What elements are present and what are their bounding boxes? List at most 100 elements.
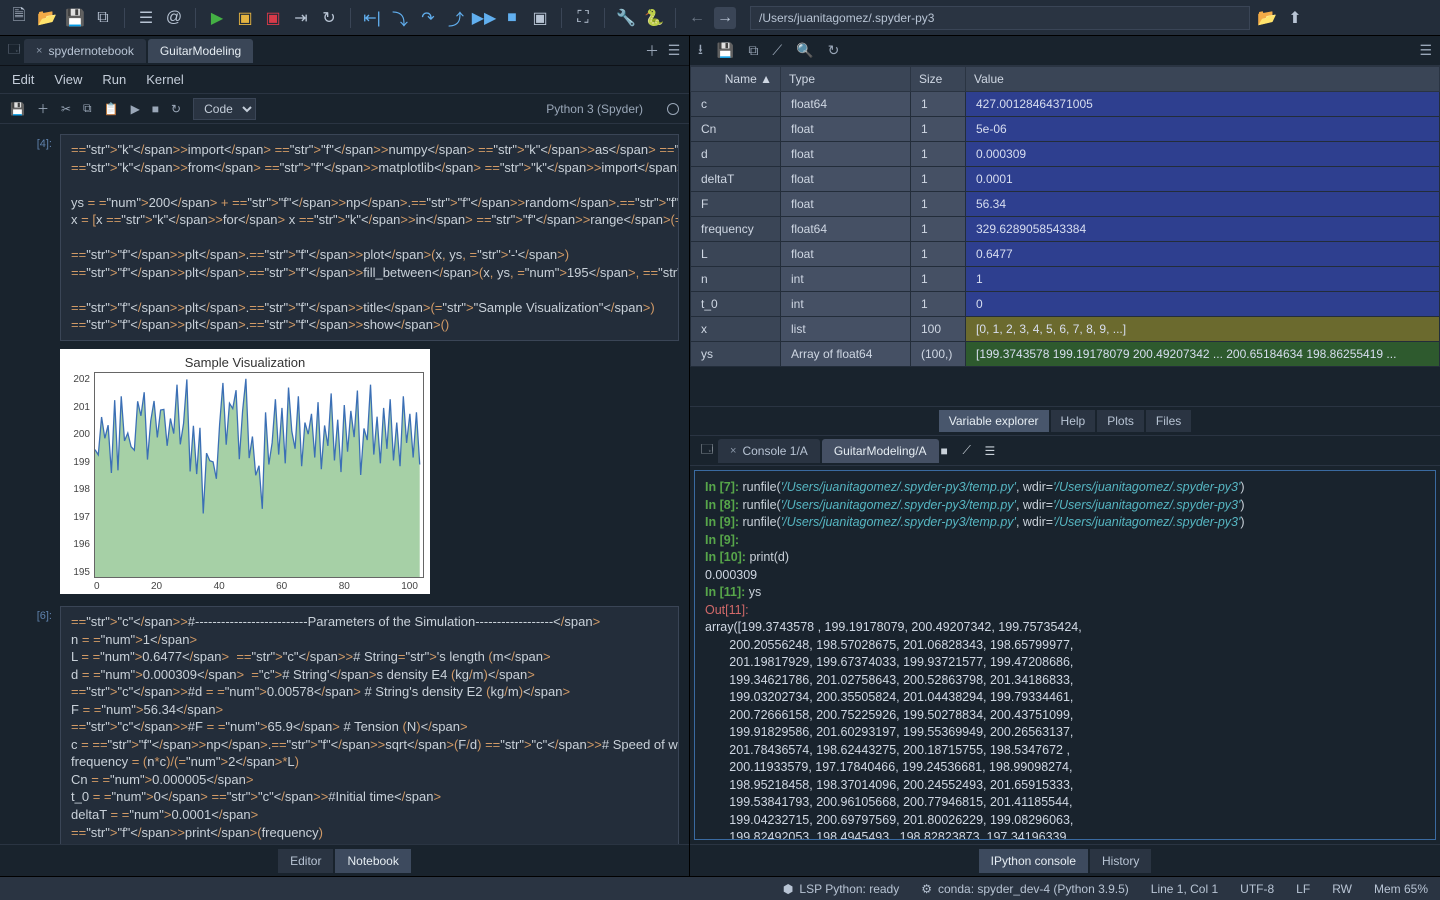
notebook-menubar: Edit View Run Kernel bbox=[0, 66, 689, 94]
nb-copy-icon[interactable]: ⧉ bbox=[83, 101, 92, 116]
col-name[interactable]: Name ▲ bbox=[691, 67, 781, 92]
tab-menu-icon[interactable]: ☰ bbox=[663, 42, 685, 59]
debug-over-icon[interactable]: ↷ bbox=[417, 7, 439, 29]
tab-spydernotebook[interactable]: × spydernotebook bbox=[24, 39, 146, 63]
preferences-icon[interactable]: 🔧 bbox=[615, 7, 637, 29]
tab-plots[interactable]: Plots bbox=[1097, 410, 1144, 432]
tab-label: spydernotebook bbox=[48, 44, 133, 58]
nb-cut-icon[interactable]: ✂ bbox=[61, 102, 71, 116]
menu-view[interactable]: View bbox=[54, 72, 82, 87]
run-icon[interactable]: ▶ bbox=[206, 7, 228, 29]
console-output[interactable]: In [7]: runfile('/Users/juanitagomez/.sp… bbox=[694, 470, 1436, 840]
table-row[interactable]: nint11 bbox=[691, 267, 1440, 292]
browse-tabs-icon[interactable]: 🗔 bbox=[696, 440, 718, 461]
debug-step-icon[interactable]: ⇤| bbox=[361, 7, 383, 29]
forward-icon[interactable]: → bbox=[714, 7, 736, 29]
save-all-icon[interactable]: ⧉ bbox=[92, 7, 114, 29]
code-input[interactable]: =="str">"k"</span>>import</span> =="str"… bbox=[60, 134, 679, 341]
table-row[interactable]: Ffloat156.34 bbox=[691, 192, 1440, 217]
col-value[interactable]: Value bbox=[966, 67, 1440, 92]
tab-editor[interactable]: Editor bbox=[278, 849, 333, 873]
parent-dir-icon[interactable]: ⬆ bbox=[1284, 7, 1306, 29]
search-icon[interactable]: 🔍 bbox=[796, 42, 813, 59]
save-icon[interactable]: 💾 bbox=[64, 7, 86, 29]
maximize-icon[interactable]: ⛶ bbox=[572, 7, 594, 29]
tab-variable-explorer[interactable]: Variable explorer bbox=[939, 410, 1049, 432]
options-icon[interactable]: ☰ bbox=[1419, 42, 1432, 59]
tab-ipython-console[interactable]: IPython console bbox=[979, 849, 1088, 873]
nb-save-icon[interactable]: 💾 bbox=[10, 102, 25, 116]
table-row[interactable]: ysArray of float64(100,)[199.3743578 199… bbox=[691, 342, 1440, 367]
run-selection-icon[interactable]: ⇥ bbox=[290, 7, 312, 29]
add-tab-icon[interactable]: ＋ bbox=[641, 41, 663, 61]
run-cell-icon[interactable]: ▣ bbox=[234, 7, 256, 29]
console-bottom-tabs: IPython console History bbox=[690, 844, 1440, 876]
python-path-icon[interactable]: 🐍 bbox=[643, 7, 665, 29]
status-conda[interactable]: ⚙ conda: spyder_dev-4 (Python 3.9.5) bbox=[921, 882, 1129, 896]
outline-icon[interactable]: ☰ bbox=[135, 7, 157, 29]
nb-add-cell-icon[interactable]: ＋ bbox=[37, 100, 49, 117]
stop-kernel-icon[interactable]: ■ bbox=[941, 444, 963, 458]
nb-paste-icon[interactable]: 📋 bbox=[104, 102, 119, 116]
col-type[interactable]: Type bbox=[781, 67, 911, 92]
back-icon[interactable]: ← bbox=[686, 7, 708, 29]
table-row[interactable]: cfloat641427.00128464371005 bbox=[691, 92, 1440, 117]
menu-kernel[interactable]: Kernel bbox=[146, 72, 184, 87]
tab-guitarmodeling-a[interactable]: GuitarModeling/A bbox=[822, 439, 939, 463]
close-icon[interactable]: × bbox=[36, 45, 42, 57]
plot-y-axis: 202201200199198197196195 bbox=[66, 372, 94, 592]
at-icon[interactable]: @ bbox=[163, 7, 185, 29]
cell-prompt: [4]: bbox=[0, 134, 60, 341]
save-as-icon[interactable]: ⧉ bbox=[748, 42, 758, 59]
status-eol[interactable]: LF bbox=[1296, 882, 1310, 896]
clear-console-icon[interactable]: ⟋ bbox=[963, 443, 985, 458]
nb-restart-icon[interactable]: ↻ bbox=[171, 102, 181, 116]
run-cell-advance-icon[interactable]: ▣ bbox=[262, 7, 284, 29]
table-row[interactable]: t_0int10 bbox=[691, 292, 1440, 317]
open-file-icon[interactable]: 📂 bbox=[36, 7, 58, 29]
tab-notebook[interactable]: Notebook bbox=[335, 849, 410, 873]
rerun-icon[interactable]: ↻ bbox=[318, 7, 340, 29]
lock-icon[interactable]: 🗔 bbox=[4, 40, 24, 61]
nb-run-icon[interactable]: ▶ bbox=[131, 102, 140, 116]
debug-file-icon[interactable]: ▣ bbox=[529, 7, 551, 29]
tab-files[interactable]: Files bbox=[1146, 410, 1191, 432]
nb-stop-icon[interactable]: ■ bbox=[152, 102, 159, 116]
table-row[interactable]: xlist100[0, 1, 2, 3, 4, 5, 6, 7, 8, 9, .… bbox=[691, 317, 1440, 342]
code-input[interactable]: =="str">"c"</span>>#--------------------… bbox=[60, 606, 679, 844]
main-toolbar: 🗎 📂 💾 ⧉ ☰ @ ▶ ▣ ▣ ⇥ ↻ ⇤| ⤵ ↷ ⤴ ▶▶ ■ ▣ ⛶ … bbox=[0, 0, 1440, 36]
import-data-icon[interactable]: ⭳ bbox=[698, 39, 703, 63]
refresh-icon[interactable]: ↻ bbox=[828, 42, 840, 59]
debug-out-icon[interactable]: ⤴ bbox=[445, 7, 467, 29]
clear-icon[interactable]: ⟋ bbox=[772, 42, 782, 59]
variable-table[interactable]: Name ▲ Type Size Value cfloat641427.0012… bbox=[690, 66, 1440, 406]
menu-edit[interactable]: Edit bbox=[12, 72, 34, 87]
console-options-icon[interactable]: ☰ bbox=[985, 444, 1007, 458]
tab-label: GuitarModeling bbox=[160, 44, 241, 58]
new-file-icon[interactable]: 🗎 bbox=[8, 7, 30, 29]
status-lsp[interactable]: ⬢ LSP Python: ready bbox=[783, 882, 899, 896]
table-row[interactable]: dfloat10.000309 bbox=[691, 142, 1440, 167]
close-icon[interactable]: × bbox=[730, 445, 736, 457]
cell-type-select[interactable]: Code bbox=[193, 98, 256, 120]
save-data-icon[interactable]: 💾 bbox=[717, 42, 734, 59]
status-encoding[interactable]: UTF-8 bbox=[1240, 882, 1274, 896]
col-size[interactable]: Size bbox=[911, 67, 966, 92]
editor-bottom-tabs: Editor Notebook bbox=[0, 844, 689, 876]
tab-console-1a[interactable]: ×Console 1/A bbox=[718, 439, 820, 463]
debug-continue-icon[interactable]: ▶▶ bbox=[473, 7, 495, 29]
tab-history[interactable]: History bbox=[1090, 849, 1151, 873]
table-row[interactable]: frequencyfloat641329.6289058543384 bbox=[691, 217, 1440, 242]
tab-guitarmodeling[interactable]: GuitarModeling bbox=[148, 39, 253, 63]
menu-run[interactable]: Run bbox=[102, 72, 126, 87]
browse-dir-icon[interactable]: 📂 bbox=[1256, 7, 1278, 29]
notebook-body[interactable]: [4]: =="str">"k"</span>>import</span> ==… bbox=[0, 124, 689, 844]
working-dir-input[interactable] bbox=[750, 6, 1250, 30]
table-row[interactable]: Cnfloat15e-06 bbox=[691, 117, 1440, 142]
table-row[interactable]: deltaTfloat10.0001 bbox=[691, 167, 1440, 192]
status-cursor: Line 1, Col 1 bbox=[1151, 882, 1218, 896]
table-row[interactable]: Lfloat10.6477 bbox=[691, 242, 1440, 267]
tab-help[interactable]: Help bbox=[1051, 410, 1096, 432]
debug-into-icon[interactable]: ⤵ bbox=[389, 7, 411, 29]
stop-icon[interactable]: ■ bbox=[501, 7, 523, 29]
